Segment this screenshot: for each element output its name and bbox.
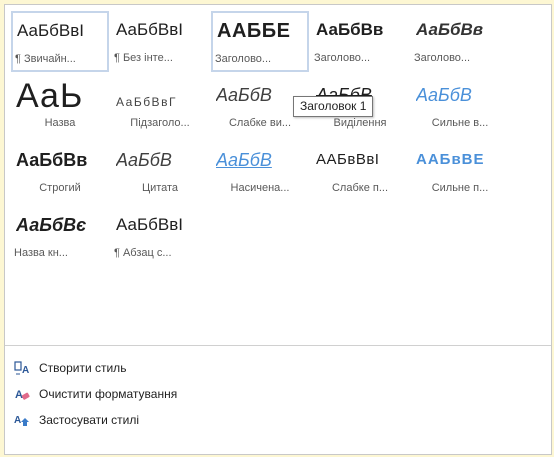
gallery-row: АаБбВвІ ¶ Звичайн... АаБбВвІ ¶ Без інте.… bbox=[11, 9, 511, 74]
style-label: Сильне в... bbox=[431, 117, 489, 129]
style-sample: АаБбВв bbox=[416, 20, 484, 39]
style-subtle-reference[interactable]: ААБвВвІ Слабке п... bbox=[311, 141, 409, 202]
create-style-icon: A bbox=[13, 359, 31, 377]
gallery-row: АаБбВє Назва кн... АаБбВвІ ¶ Абзац с... bbox=[11, 204, 511, 269]
clear-formatting-label: Очистити форматування bbox=[39, 387, 178, 401]
style-intense-quote[interactable]: АаБбВ Насичена... bbox=[211, 141, 309, 202]
style-label: Слабке п... bbox=[331, 182, 388, 194]
style-sample: АаБбВв bbox=[16, 150, 88, 170]
styles-gallery-panel: АаБбВвІ ¶ Звичайн... АаБбВвІ ¶ Без інте.… bbox=[4, 4, 552, 455]
apply-styles-label: Застосувати стилі bbox=[39, 413, 140, 427]
style-heading-1[interactable]: ААББЕ Заголово... bbox=[211, 11, 309, 72]
style-sample: АаБбВв bbox=[316, 20, 384, 39]
style-label: ¶ Без інте... bbox=[114, 52, 173, 64]
style-sample: АаБбВвІ bbox=[116, 215, 183, 234]
style-label: Заголово... bbox=[314, 52, 371, 64]
style-sample: АаБбВвІ bbox=[17, 21, 84, 40]
style-intense-emphasis[interactable]: АаБбВ Сильне в... bbox=[411, 76, 509, 137]
style-sample: АаБбВвГ bbox=[116, 95, 177, 109]
create-style-label: Створити стиль bbox=[39, 361, 127, 375]
style-label: Підзаголо... bbox=[130, 117, 190, 129]
style-heading-3[interactable]: АаБбВв Заголово... bbox=[411, 11, 509, 72]
style-sample: ААБвВЕ bbox=[416, 151, 485, 168]
apply-styles-icon: A bbox=[13, 411, 31, 429]
style-sample: АаБбВвІ bbox=[116, 20, 183, 39]
style-label: Слабке ви... bbox=[228, 117, 292, 129]
style-label: Заголово... bbox=[414, 52, 471, 64]
style-sample: ААББЕ bbox=[217, 20, 291, 42]
style-label: Строгий bbox=[39, 182, 81, 194]
style-label: Назва bbox=[44, 117, 76, 129]
style-label: ¶ Абзац с... bbox=[114, 247, 172, 259]
style-label: Цитата bbox=[141, 182, 179, 194]
style-label: Назва кн... bbox=[14, 247, 68, 259]
style-label: Заголово... bbox=[215, 53, 272, 65]
gallery-row: АаЬ Назва АаБбВвГ Підзаголо... АаБбВ Сла… bbox=[11, 74, 511, 139]
style-sample: АаБбВє bbox=[16, 215, 87, 235]
style-label: Насичена... bbox=[230, 182, 290, 194]
clear-formatting-icon: A bbox=[13, 385, 31, 403]
style-no-spacing[interactable]: АаБбВвІ ¶ Без інте... bbox=[111, 11, 209, 72]
style-normal[interactable]: АаБбВвІ ¶ Звичайн... bbox=[11, 11, 109, 72]
style-sample: АаЬ bbox=[16, 77, 84, 115]
style-title[interactable]: АаЬ Назва bbox=[11, 76, 109, 137]
style-label: Сильне п... bbox=[431, 182, 489, 194]
style-sample: АаБбВ bbox=[216, 150, 272, 170]
svg-text:A: A bbox=[15, 389, 23, 401]
style-intense-reference[interactable]: ААБвВЕ Сильне п... bbox=[411, 141, 509, 202]
styles-menu: A Створити стиль A Очистити форматування… bbox=[13, 355, 543, 433]
style-sample: ААБвВвІ bbox=[316, 151, 380, 168]
style-sample: АаБбВ bbox=[116, 150, 172, 170]
style-label: ¶ Звичайн... bbox=[15, 53, 76, 65]
style-quote[interactable]: АаБбВ Цитата bbox=[111, 141, 209, 202]
svg-text:A: A bbox=[22, 365, 29, 376]
style-subtitle[interactable]: АаБбВвГ Підзаголо... bbox=[111, 76, 209, 137]
clear-formatting-item[interactable]: A Очистити форматування bbox=[13, 381, 543, 407]
menu-divider bbox=[5, 345, 551, 346]
style-book-title[interactable]: АаБбВє Назва кн... bbox=[11, 206, 109, 267]
style-label: Виділення bbox=[333, 117, 387, 129]
styles-gallery: АаБбВвІ ¶ Звичайн... АаБбВвІ ¶ Без інте.… bbox=[11, 9, 511, 269]
apply-styles-item[interactable]: A Застосувати стилі bbox=[13, 407, 543, 433]
style-sample: АаБбВ bbox=[416, 85, 472, 105]
create-style-item[interactable]: A Створити стиль bbox=[13, 355, 543, 381]
style-tooltip: Заголовок 1 bbox=[293, 96, 374, 117]
gallery-row: АаБбВв Строгий АаБбВ Цитата АаБбВ Насиче… bbox=[11, 139, 511, 204]
style-list-paragraph[interactable]: АаБбВвІ ¶ Абзац с... bbox=[111, 206, 209, 267]
svg-text:A: A bbox=[14, 415, 21, 426]
style-strong[interactable]: АаБбВв Строгий bbox=[11, 141, 109, 202]
style-heading-2[interactable]: АаБбВв Заголово... bbox=[311, 11, 409, 72]
